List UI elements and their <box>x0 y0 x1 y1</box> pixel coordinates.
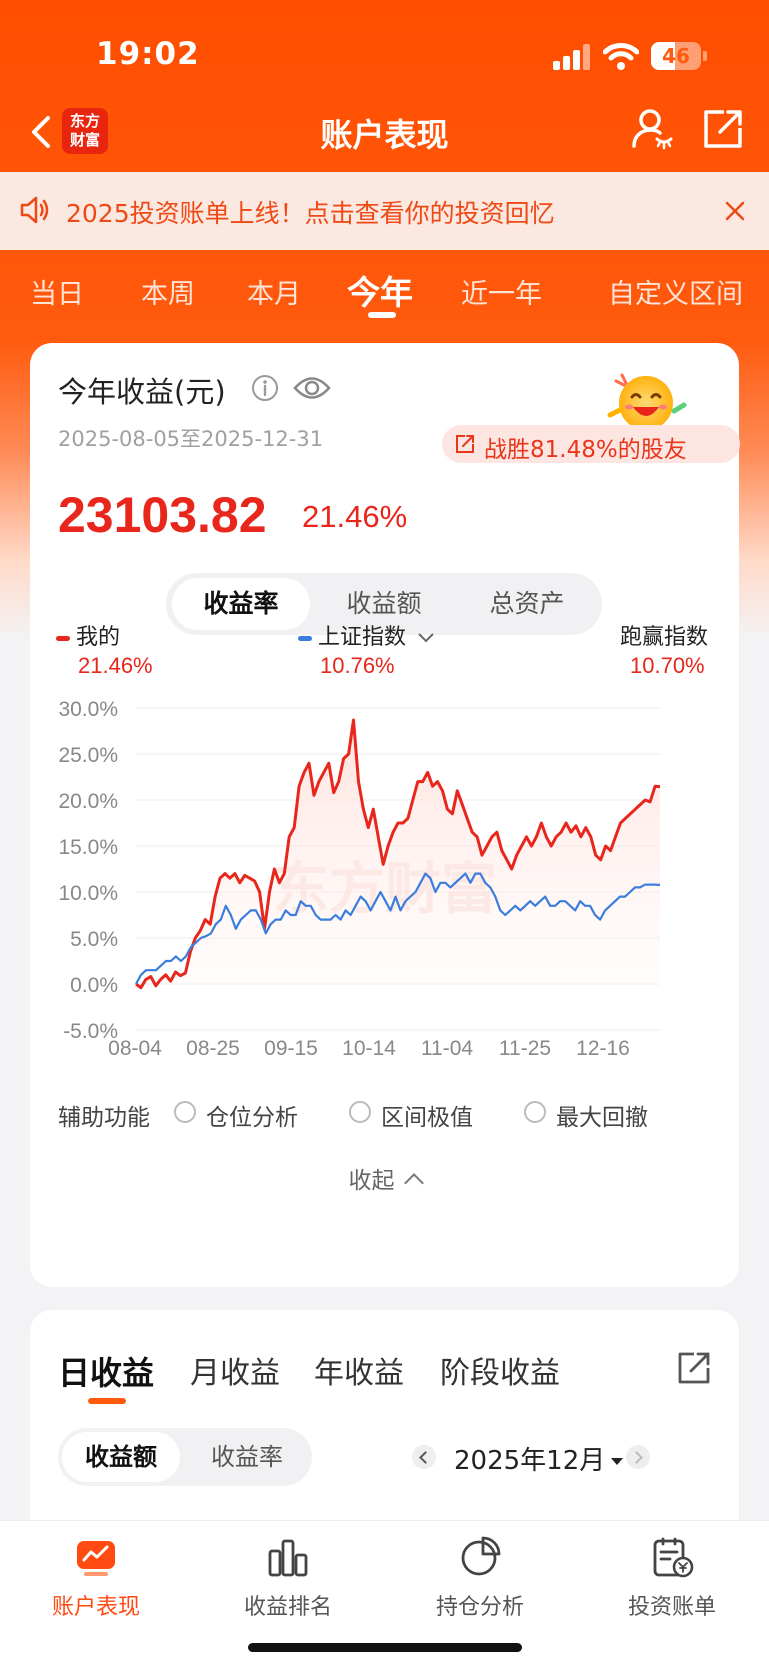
radio-max-drawdown[interactable] <box>524 1101 546 1123</box>
share-icon[interactable] <box>676 1350 712 1386</box>
collapse-button[interactable]: 收起 <box>30 1161 739 1195</box>
speaker-icon <box>20 196 49 224</box>
tab-month[interactable]: 本月 <box>247 272 301 311</box>
metric-tab-assets[interactable]: 总资产 <box>458 578 596 630</box>
income-metric-switch: 收益额 收益率 <box>58 1428 312 1486</box>
tab-last-year[interactable]: 近一年 <box>461 272 542 311</box>
tab-yearly-income[interactable]: 年收益 <box>314 1348 404 1392</box>
period-tabs: 当日 本周 本月 今年 近一年 自定义区间 <box>0 250 769 340</box>
profit-value: 23103.82 <box>58 487 267 543</box>
notice-banner[interactable]: 2025投资账单上线！点击查看你的投资回忆 <box>0 172 769 250</box>
next-month-button[interactable] <box>626 1445 650 1469</box>
tab-this-year[interactable]: 今年 <box>347 266 413 314</box>
legend-index[interactable]: 上证指数 <box>298 619 435 651</box>
aux-label: 辅助功能 <box>58 1105 150 1131</box>
signal-icon <box>553 44 593 70</box>
tab-indicator <box>368 312 396 318</box>
tab-week[interactable]: 本周 <box>141 272 195 311</box>
income-tab-indicator <box>88 1398 126 1404</box>
legend-index-value: 10.76% <box>320 653 395 678</box>
nav-income-ranking[interactable]: 收益排名 <box>192 1535 384 1621</box>
x-tick-label: 08-04 <box>108 1037 162 1060</box>
radio-range-label[interactable]: 区间极值 <box>381 1098 473 1132</box>
bill-icon <box>653 1537 694 1578</box>
x-tick-label: 11-04 <box>421 1037 473 1060</box>
legend-beat-value: 10.70% <box>630 653 705 678</box>
y-tick-label: 0.0% <box>70 974 118 997</box>
beat-badge[interactable]: 战胜81.48%的股友 <box>442 425 740 463</box>
caret-down-icon <box>611 1458 624 1465</box>
series-area-mine <box>136 720 660 988</box>
tab-stage-income[interactable]: 阶段收益 <box>440 1348 560 1392</box>
y-tick-label: 20.0% <box>58 790 118 813</box>
income-tab-amount[interactable]: 收益额 <box>62 1432 180 1482</box>
x-tick-label: 09-15 <box>264 1037 318 1060</box>
legend-mine: 我的 <box>56 619 120 651</box>
bar-chart-icon <box>268 1539 308 1577</box>
battery-icon: 46 <box>651 42 701 70</box>
legend-mine-value: 21.46% <box>78 653 153 678</box>
nav-investment-bill[interactable]: 投资账单 <box>576 1535 768 1621</box>
status-bar: 19:02 46 <box>0 0 769 100</box>
share-icon[interactable] <box>702 108 744 150</box>
y-tick-label: 15.0% <box>58 836 118 859</box>
radio-position-analysis[interactable] <box>174 1101 196 1123</box>
notice-text[interactable]: 2025投资账单上线！点击查看你的投资回忆 <box>66 194 555 230</box>
nav-bar: 东方 财富 账户表现 <box>0 100 769 172</box>
eye-icon[interactable] <box>292 371 332 405</box>
profit-title: 今年收益(元) <box>58 375 226 409</box>
tab-monthly-income[interactable]: 月收益 <box>190 1348 280 1392</box>
performance-icon <box>77 1541 115 1576</box>
share-icon <box>456 435 474 453</box>
pie-chart-icon <box>461 1536 501 1576</box>
close-icon[interactable] <box>720 196 750 226</box>
y-tick-label: 30.0% <box>58 698 118 721</box>
radio-range-extremes[interactable] <box>349 1101 371 1123</box>
profit-percent: 21.46% <box>302 499 408 534</box>
info-icon[interactable] <box>250 373 280 403</box>
profit-card: 今年收益(元) 2025-08-05至2025-12-31 战胜81.48%的股… <box>30 343 740 1287</box>
tab-today[interactable]: 当日 <box>30 272 84 311</box>
chevron-up-icon <box>403 1173 424 1193</box>
battery-level: 46 <box>662 44 690 68</box>
home-indicator <box>248 1643 522 1652</box>
nav-holdings-analysis[interactable]: 持仓分析 <box>384 1535 576 1621</box>
x-tick-label: 12-16 <box>576 1037 630 1060</box>
return-chart[interactable]: 30.0%25.0%20.0%15.0%10.0%5.0%0.0%-5.0%08… <box>30 693 739 1073</box>
radio-position-label[interactable]: 仓位分析 <box>206 1098 298 1132</box>
x-tick-label: 11-25 <box>499 1037 551 1060</box>
x-tick-label: 08-25 <box>186 1037 240 1060</box>
y-tick-label: 5.0% <box>70 928 118 951</box>
x-tick-label: 10-14 <box>342 1037 396 1060</box>
y-tick-label: 10.0% <box>58 882 118 905</box>
prev-month-button[interactable] <box>412 1445 436 1469</box>
income-tab-rate[interactable]: 收益率 <box>188 1432 306 1482</box>
date-range: 2025-08-05至2025-12-31 <box>58 427 324 451</box>
tab-custom-range[interactable]: 自定义区间 <box>608 272 743 311</box>
beat-text: 战胜81.48%的股友 <box>484 437 687 463</box>
nav-account-performance[interactable]: 账户表现 <box>0 1535 192 1621</box>
legend-beat: 跑赢指数 <box>620 625 709 650</box>
y-tick-label: 25.0% <box>58 744 118 767</box>
chevron-down-icon <box>418 633 434 643</box>
status-time: 19:02 <box>96 36 200 72</box>
radio-drawdown-label[interactable]: 最大回撤 <box>556 1098 648 1132</box>
user-privacy-icon[interactable] <box>630 106 674 150</box>
metric-tab-rate[interactable]: 收益率 <box>172 578 310 630</box>
wifi-icon <box>603 43 639 70</box>
month-selector[interactable]: 2025年12月 <box>454 1440 624 1477</box>
tab-daily-income[interactable]: 日收益 <box>58 1348 154 1394</box>
